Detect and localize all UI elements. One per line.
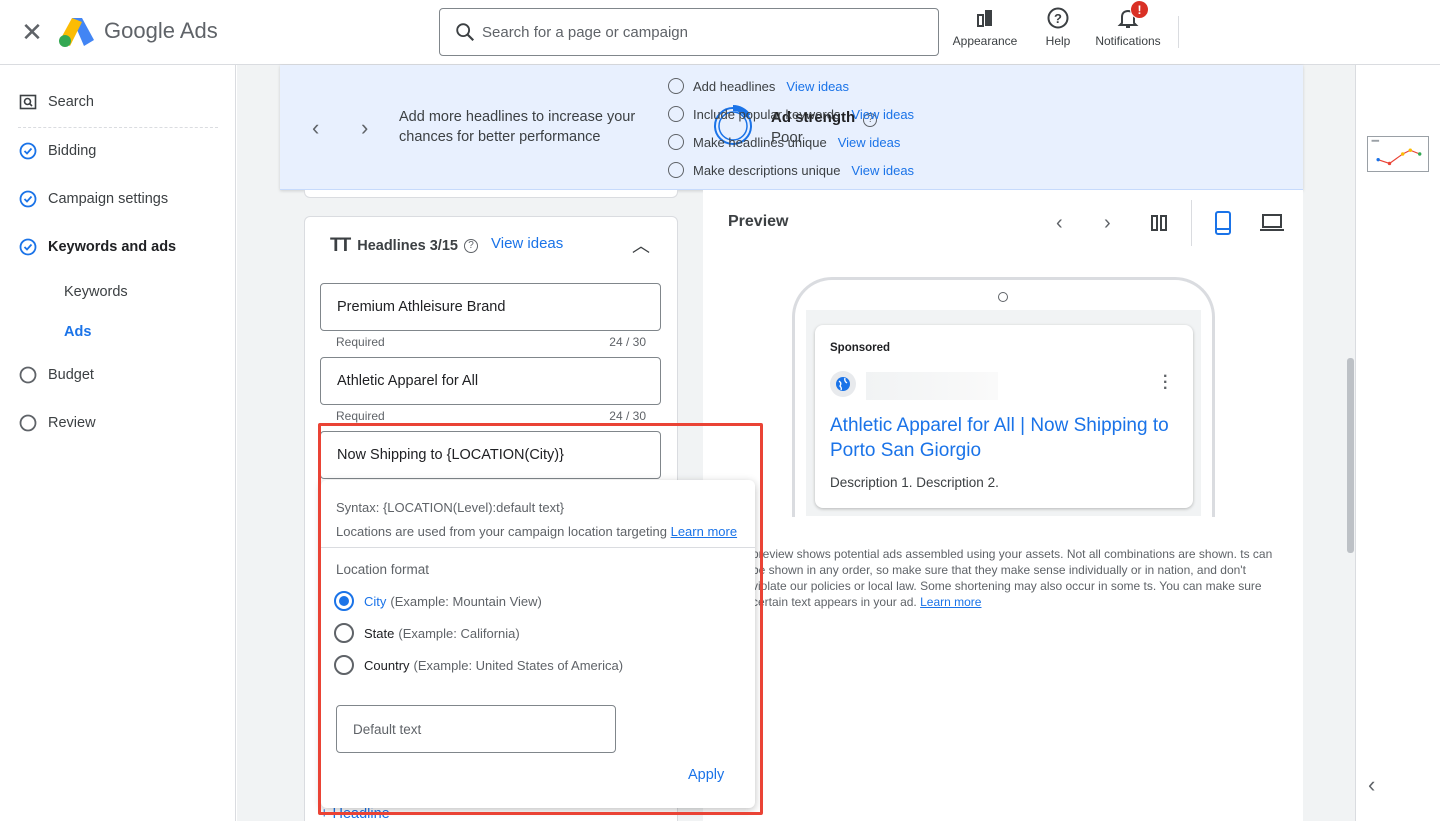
appearance-icon (977, 10, 992, 27)
headline-help-2: Required 24 / 30 (336, 409, 646, 423)
divider (1178, 16, 1179, 48)
appearance-button[interactable]: Appearance (950, 6, 1020, 48)
search-input[interactable] (482, 19, 922, 45)
search-icon (456, 23, 475, 42)
help-icon: ? (1047, 7, 1069, 29)
svg-text:?: ? (1054, 11, 1062, 26)
nav-item-search[interactable]: Search (18, 90, 94, 114)
brand-name: Google Ads (104, 18, 218, 43)
nav-item-ads[interactable]: Ads (64, 324, 91, 340)
banner-message: Add more headlines to increase your chan… (399, 109, 636, 145)
check-circle-icon (18, 189, 38, 209)
help-button[interactable]: ? Help (1038, 6, 1078, 48)
chevron-left-icon[interactable]: ‹ (312, 115, 319, 141)
nav-label-review: Review (48, 415, 96, 431)
tip-label: Make headlines unique (693, 134, 827, 150)
view-ideas-link[interactable]: View ideas (838, 135, 901, 150)
learn-more-link[interactable]: Learn more (920, 595, 981, 609)
view-ideas-link[interactable]: View ideas (851, 163, 914, 178)
chevron-left-icon[interactable]: ‹ (1368, 772, 1375, 798)
empty-circle-icon (18, 413, 38, 433)
tip-label: Make descriptions unique (693, 162, 841, 178)
columns-view-icon[interactable] (1150, 214, 1168, 232)
char-count: 24 / 30 (609, 335, 646, 349)
check-circle-icon (18, 237, 38, 257)
tip-label: Add headlines (693, 78, 776, 94)
nav-item-keywords[interactable]: Keywords (64, 284, 128, 300)
tip-unique-headlines[interactable]: Make headlines unique View ideas (668, 132, 900, 152)
appearance-label: Appearance (952, 34, 1018, 48)
chart-thumbnail-icon[interactable] (1367, 136, 1429, 172)
headlines-title: Headlines 3/15 (357, 238, 458, 254)
empty-circle-icon (668, 78, 684, 94)
headlines-view-ideas-link[interactable]: View ideas (491, 235, 563, 252)
highlight-box (318, 423, 763, 815)
headline-field-1[interactable]: Premium Athleisure Brand (320, 283, 661, 331)
nav-item-keywords-and-ads[interactable]: Keywords and ads (18, 235, 176, 259)
sponsored-label: Sponsored (830, 342, 891, 354)
divider (1191, 200, 1192, 246)
check-circle-icon (18, 141, 38, 161)
nav-divider (18, 127, 218, 128)
mobile-device-icon[interactable] (1214, 211, 1232, 235)
tip-add-headlines[interactable]: Add headlines View ideas (668, 76, 849, 96)
nav-label-budget: Budget (48, 367, 94, 383)
nav-item-review[interactable]: Review (18, 411, 96, 435)
chevron-right-icon[interactable]: › (361, 115, 368, 141)
headline-help-1: Required 24 / 30 (336, 335, 646, 349)
headline-field-2[interactable]: Athletic Apparel for All (320, 357, 661, 405)
previous-card-edge (304, 190, 678, 198)
chevron-right-icon[interactable]: › (1104, 212, 1111, 235)
desktop-device-icon[interactable] (1260, 213, 1284, 233)
close-icon[interactable]: ✕ (20, 18, 44, 46)
ad-description: Description 1. Description 2. (830, 475, 999, 490)
help-label: Help (1045, 34, 1071, 48)
char-count: 24 / 30 (609, 409, 646, 423)
nav-label-bidding: Bidding (48, 143, 97, 159)
top-bar: ✕ Google Ads Appearance ? Help Notificat… (0, 0, 1440, 65)
view-ideas-link[interactable]: View ideas (786, 79, 849, 94)
nav-item-campaign-settings[interactable]: Campaign settings (18, 187, 168, 211)
headlines-header: TT Headlines 3/15 ? (330, 235, 478, 257)
chevron-left-icon[interactable]: ‹ (1056, 212, 1063, 235)
nav-item-budget[interactable]: Budget (18, 363, 94, 387)
phone-camera (998, 292, 1008, 302)
empty-circle-icon (668, 162, 684, 178)
preview-note: preview shows potential ads assembled us… (752, 546, 1282, 610)
preview-note-text: preview shows potential ads assembled us… (752, 547, 1273, 609)
empty-circle-icon (668, 134, 684, 150)
empty-circle-icon (668, 106, 684, 122)
help-circle-icon[interactable]: ? (463, 239, 478, 253)
text-format-icon: TT (330, 235, 351, 256)
ad-headline[interactable]: Athletic Apparel for All | Now Shipping … (830, 413, 1180, 463)
empty-circle-icon (18, 365, 38, 385)
preview-title: Preview (728, 213, 789, 230)
nav-label-search: Search (48, 94, 94, 110)
ad-url-placeholder (866, 372, 998, 400)
notifications-button[interactable]: Notifications (1090, 6, 1166, 48)
nav-label-campaign-settings: Campaign settings (48, 191, 169, 207)
nav-item-bidding[interactable]: Bidding (18, 139, 96, 163)
scrollbar[interactable] (1347, 358, 1354, 553)
left-nav: Search Bidding Campaign settings Keyword… (0, 65, 236, 821)
globe-icon (830, 371, 856, 397)
google-ads-logo (59, 18, 94, 47)
right-rail (1355, 65, 1440, 821)
view-ideas-link[interactable]: View ideas (851, 107, 914, 122)
tip-include-keywords[interactable]: Include popular keywords View ideas (668, 104, 914, 124)
chevron-up-icon[interactable]: ︿ (632, 232, 650, 258)
tip-label: Include popular keywords (693, 106, 841, 122)
notification-badge: ! (1130, 0, 1149, 19)
more-vert-icon[interactable]: · · · (1163, 369, 1168, 397)
required-label: Required (336, 335, 385, 349)
required-label: Required (336, 409, 385, 423)
search-box[interactable] (439, 8, 939, 56)
notifications-label: Notifications (1095, 34, 1161, 48)
search-page-icon (18, 92, 38, 112)
tip-unique-descriptions[interactable]: Make descriptions unique View ideas (668, 160, 914, 180)
nav-label-keywords-and-ads: Keywords and ads (48, 239, 177, 255)
